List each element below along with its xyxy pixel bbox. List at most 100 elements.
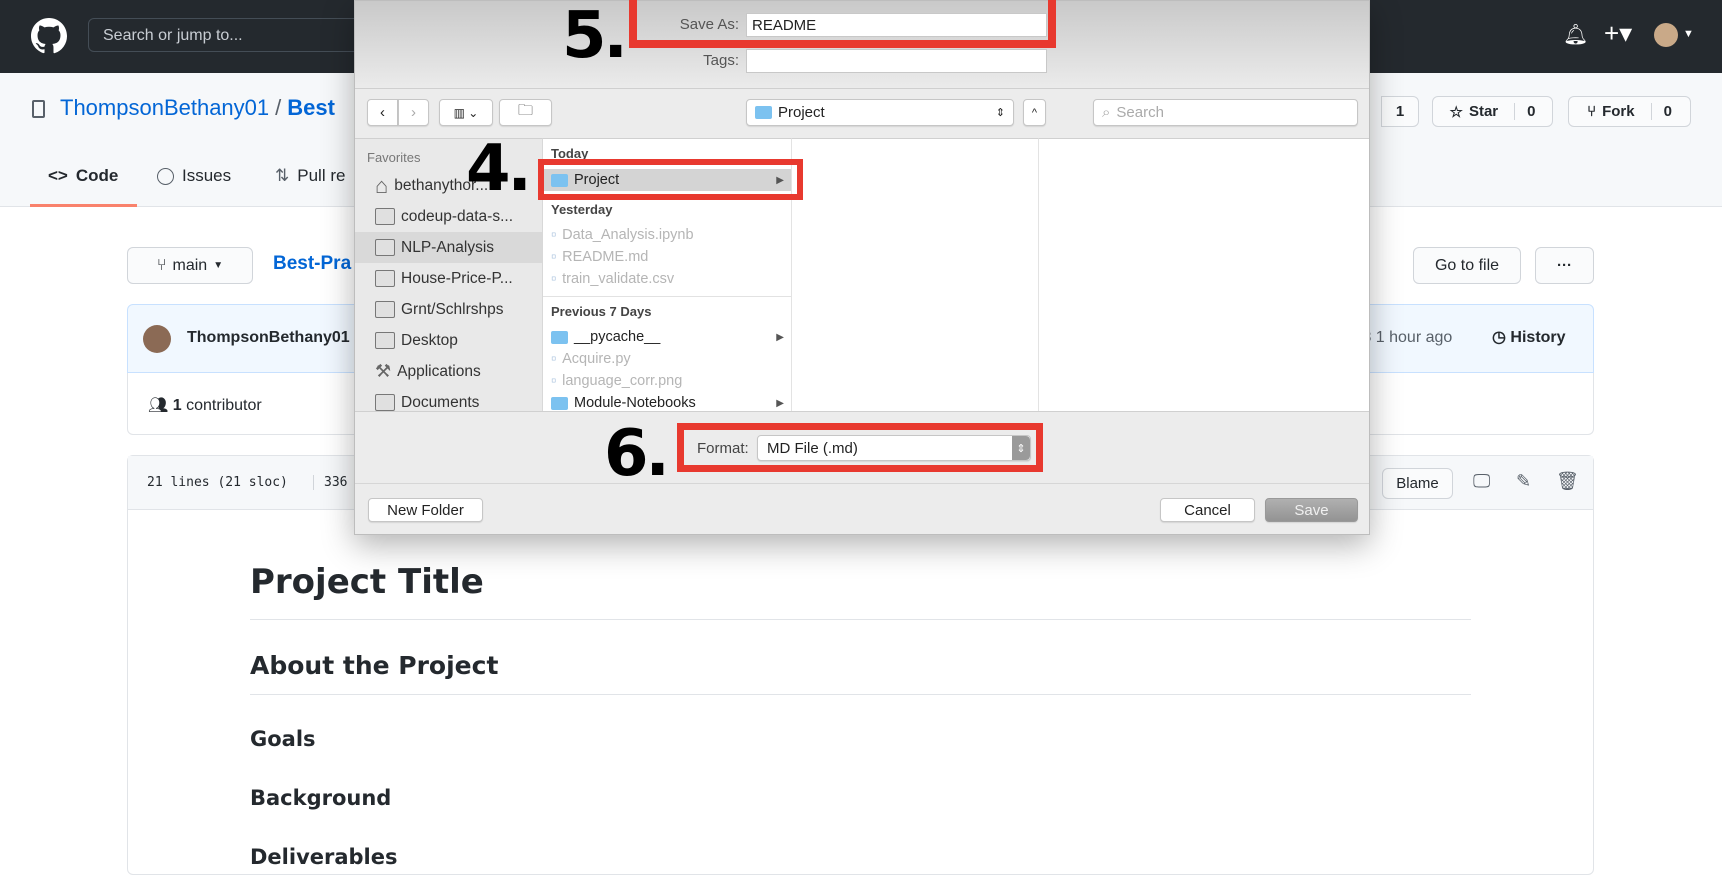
- save-button[interactable]: Save: [1265, 498, 1358, 522]
- back-button[interactable]: ‹: [367, 99, 398, 126]
- chevron-left-icon: ‹: [380, 104, 385, 121]
- plus-dropdown-icon[interactable]: +▾: [1604, 18, 1632, 49]
- annotation-box-4: [538, 159, 803, 200]
- contributor-count[interactable]: 1: [173, 397, 182, 414]
- search-placeholder: Search: [1116, 104, 1164, 121]
- location-popup[interactable]: Project ⇕: [746, 99, 1014, 126]
- history-link[interactable]: ◷ History: [1492, 327, 1566, 347]
- code-icon: <>: [48, 166, 68, 185]
- history-label: History: [1510, 329, 1566, 346]
- file-info: 21 lines (21 sloc): [147, 475, 288, 490]
- tab-issues[interactable]: Issues: [157, 166, 231, 186]
- readme-h1: Project Title: [250, 562, 484, 602]
- folder-icon: [375, 239, 395, 256]
- collapse-button[interactable]: ^: [1023, 99, 1046, 126]
- folder-icon: [375, 301, 395, 318]
- author-avatar: [143, 325, 171, 353]
- sidebar-item-label: Documents: [401, 393, 480, 411]
- commit-author[interactable]: ThompsonBethany01: [187, 329, 350, 347]
- github-logo-icon[interactable]: [31, 18, 67, 54]
- updown-chevron-icon: ⇕: [995, 107, 1005, 119]
- sidebar-item-folder[interactable]: NLP-Analysis: [355, 232, 542, 263]
- file-icon: ▫: [551, 271, 557, 287]
- forward-button[interactable]: ›: [398, 99, 429, 126]
- file-icon: ▫: [551, 351, 557, 367]
- folder-icon: [551, 330, 568, 344]
- section-yesterday: Yesterday: [551, 202, 613, 217]
- file-item[interactable]: ▫ README.md: [543, 246, 791, 268]
- divider: [250, 619, 1471, 620]
- columns-view-icon: ▥ ⌄: [453, 105, 479, 120]
- watch-count[interactable]: 1: [1381, 96, 1419, 127]
- trash-icon[interactable]: 🗑︎: [1556, 471, 1579, 492]
- file-name: Module-Notebooks: [574, 395, 696, 411]
- file-column-2: [791, 138, 1038, 411]
- tags-input[interactable]: [746, 49, 1047, 73]
- step-5-label: 5.: [562, 0, 628, 73]
- tab-label: Issues: [182, 166, 232, 185]
- file-item[interactable]: ▫ train_validate.csv: [543, 268, 791, 290]
- desktop-icon[interactable]: 🖵︎: [1473, 471, 1490, 492]
- branch-name: main: [172, 256, 208, 274]
- disclosure-arrow-icon: ▶: [776, 331, 784, 343]
- sidebar-item-label: Desktop: [401, 331, 458, 349]
- contributor-label[interactable]: contributor: [186, 397, 262, 414]
- cancel-button[interactable]: Cancel: [1160, 498, 1255, 522]
- step-4-label: 4.: [466, 132, 532, 206]
- star-button[interactable]: ☆ Star 0: [1432, 96, 1553, 127]
- folder-item[interactable]: __pycache__ ▶: [543, 326, 791, 348]
- file-item[interactable]: ▫ language_corr.png: [543, 370, 791, 392]
- sidebar-item-documents[interactable]: Documents: [355, 387, 542, 411]
- file-name: README.md: [562, 249, 649, 265]
- branch-selector[interactable]: ⑂ main ▼: [127, 247, 253, 284]
- history-icon: ◷: [1492, 329, 1506, 346]
- location-label: Project: [778, 104, 825, 121]
- pencil-icon[interactable]: ✎: [1516, 471, 1531, 492]
- fork-button[interactable]: ⑂ Fork 0: [1568, 96, 1691, 127]
- applications-icon: ⚒: [375, 361, 392, 381]
- bell-icon[interactable]: 🔔︎: [1563, 22, 1588, 47]
- section-previous-7-days: Previous 7 Days: [551, 304, 652, 319]
- more-options-button[interactable]: ···: [1535, 247, 1594, 284]
- readme-h3: Deliverables: [250, 845, 398, 869]
- readme-h3: Background: [250, 786, 392, 810]
- sidebar-item-folder[interactable]: Grnt/Schlrshps: [355, 294, 542, 325]
- sidebar-item-label: codeup-data-s...: [401, 207, 514, 225]
- search-input[interactable]: Search or jump to...: [88, 18, 388, 52]
- file-name: Data_Analysis.ipynb: [562, 227, 694, 243]
- file-item[interactable]: ▫ Data_Analysis.ipynb: [543, 224, 791, 246]
- blame-button[interactable]: Blame: [1382, 468, 1453, 499]
- documents-icon: [375, 394, 395, 411]
- commit-time[interactable]: f8 1 hour ago: [1358, 329, 1452, 347]
- sidebar-item-applications[interactable]: ⚒ Applications: [355, 356, 542, 387]
- repo-name-link[interactable]: Best: [287, 95, 335, 121]
- folder-item[interactable]: Module-Notebooks ▶: [543, 392, 791, 411]
- sidebar-item-label: House-Price-P...: [401, 269, 513, 287]
- fork-icon: ⑂: [1587, 103, 1597, 120]
- new-folder-button[interactable]: New Folder: [368, 498, 483, 522]
- file-item[interactable]: ▫ Acquire.py: [543, 348, 791, 370]
- sidebar-item-folder[interactable]: House-Price-P...: [355, 263, 542, 294]
- view-mode-button[interactable]: ▥ ⌄: [439, 99, 493, 126]
- chevron-right-icon: ›: [411, 104, 416, 121]
- tab-pull-requests[interactable]: ⇅ Pull re: [275, 166, 345, 186]
- step-6-label: 6.: [604, 417, 670, 491]
- file-name: Acquire.py: [562, 351, 631, 367]
- readme-h3: Goals: [250, 727, 316, 751]
- avatar[interactable]: [1654, 23, 1678, 47]
- new-folder-icon: 🗀︎: [517, 102, 533, 119]
- file-name: language_corr.png: [562, 373, 683, 389]
- search-field[interactable]: ⌕ Search: [1093, 99, 1358, 126]
- home-icon: ⌂: [375, 172, 389, 198]
- search-icon: ⌕: [1102, 104, 1111, 121]
- repo-owner-link[interactable]: ThompsonBethany01: [60, 95, 269, 121]
- new-folder-icon-button[interactable]: 🗀︎: [499, 99, 552, 126]
- separator: /: [275, 95, 282, 120]
- go-to-file-button[interactable]: Go to file: [1413, 247, 1521, 284]
- active-tab-underline: [30, 204, 137, 207]
- tab-code[interactable]: <> Code: [48, 166, 118, 186]
- path-link[interactable]: Best-Pra: [273, 253, 351, 275]
- caret-down-icon: ▼: [213, 260, 224, 271]
- sidebar-item-desktop[interactable]: Desktop: [355, 325, 542, 356]
- repo-icon: [32, 100, 45, 118]
